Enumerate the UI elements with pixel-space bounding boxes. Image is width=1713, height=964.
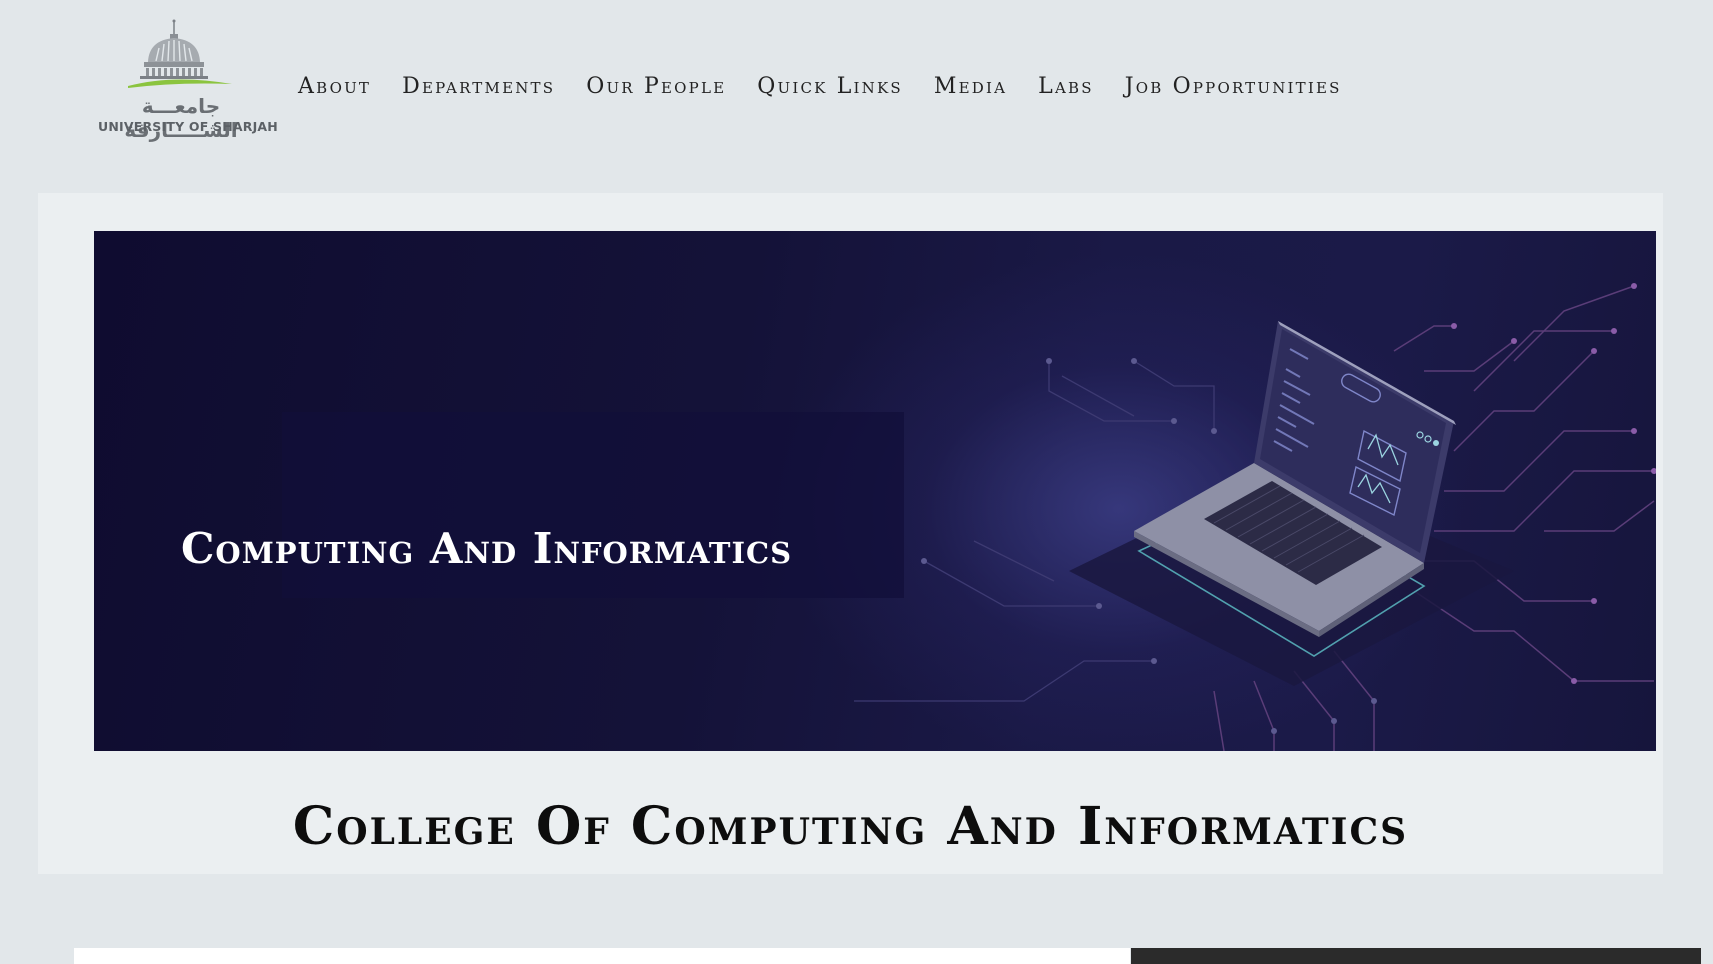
hero-banner: Computing And Informatics bbox=[94, 231, 1656, 751]
main-navigation: About Departments Our People Quick Links… bbox=[298, 70, 1342, 103]
hero-panel: Computing And Informatics College Of Com… bbox=[38, 193, 1663, 874]
laptop-illustration bbox=[1069, 321, 1514, 686]
site-header: جامعـــة الشـــــارقة UNIVERSITY OF SHAR… bbox=[0, 0, 1713, 190]
nav-item-about[interactable]: About bbox=[298, 70, 371, 103]
banner-title: Computing And Informatics bbox=[181, 524, 793, 573]
nav-item-departments[interactable]: Departments bbox=[402, 70, 555, 103]
page-title: College Of Computing And Informatics bbox=[292, 796, 1409, 857]
nav-item-quick-links[interactable]: Quick Links bbox=[757, 70, 903, 103]
nav-item-job-opportunities[interactable]: Job Opportunities bbox=[1125, 70, 1342, 103]
logo-arabic-text: جامعـــة الشـــــارقة bbox=[124, 94, 238, 142]
university-dome-icon bbox=[128, 19, 232, 88]
content-section-start bbox=[74, 948, 1130, 964]
nav-item-labs[interactable]: Labs bbox=[1038, 70, 1094, 103]
nav-item-our-people[interactable]: Our People bbox=[586, 70, 726, 103]
nav-item-media[interactable]: Media bbox=[934, 70, 1007, 103]
sidebar-section-start bbox=[1131, 948, 1701, 964]
university-logo[interactable]: جامعـــة الشـــــارقة UNIVERSITY OF SHAR… bbox=[96, 18, 278, 142]
logo-english-text: UNIVERSITY OF SHARJAH bbox=[98, 119, 278, 134]
